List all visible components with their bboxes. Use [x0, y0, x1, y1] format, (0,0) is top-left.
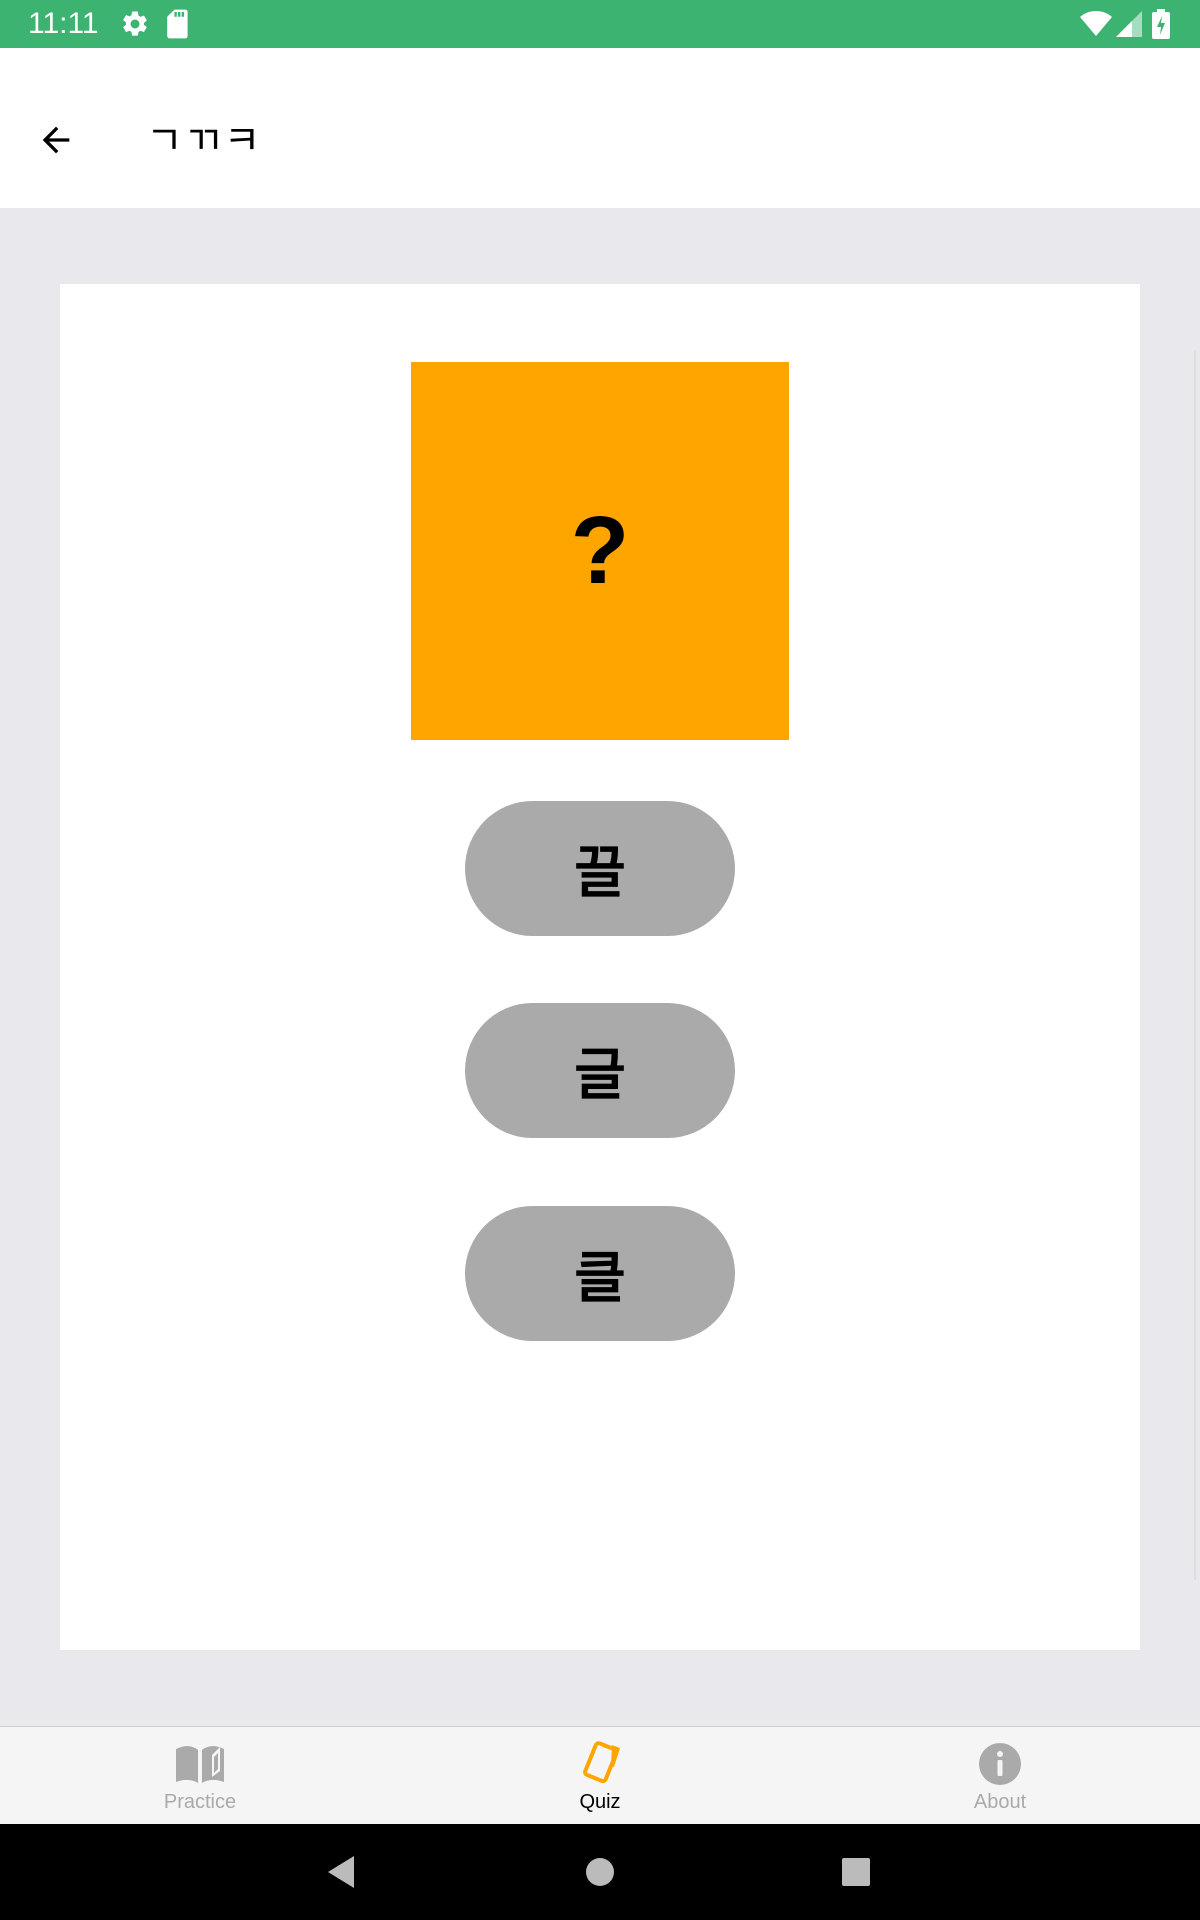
cards-icon — [583, 1741, 620, 1784]
nav-item-about[interactable]: About — [870, 1727, 1130, 1825]
answer-button-1[interactable]: 끌 — [465, 801, 735, 936]
nav-label-practice: Practice — [163, 1791, 237, 1813]
nav-item-practice[interactable]: Practice — [70, 1727, 330, 1825]
question-mark: ? — [570, 497, 630, 604]
system-home-button[interactable] — [572, 1844, 628, 1900]
battery-icon — [1152, 9, 1170, 39]
question-card: ? — [411, 362, 789, 740]
answer-button-3[interactable]: 클 — [465, 1206, 735, 1341]
back-triangle-icon — [328, 1856, 354, 1888]
system-nav-bar — [0, 1824, 1200, 1920]
home-circle-icon — [586, 1858, 614, 1886]
book-icon — [176, 1746, 224, 1783]
nav-item-quiz[interactable]: Quiz — [470, 1727, 730, 1825]
answer-label: 글 — [574, 1043, 626, 1108]
sd-card-icon — [167, 9, 188, 39]
nav-label-quiz: Quiz — [579, 1791, 621, 1813]
signal-icon — [1116, 11, 1142, 37]
status-bar: 11:11 — [0, 0, 1200, 48]
arrow-left-icon — [42, 126, 70, 154]
bottom-nav: Practice Quiz About — [0, 1726, 1200, 1825]
recents-square-icon — [842, 1858, 870, 1886]
answer-button-2[interactable]: 글 — [465, 1003, 735, 1138]
scrollbar-track[interactable] — [1194, 350, 1196, 1580]
info-icon — [979, 1743, 1021, 1785]
status-time: 11:11 — [28, 7, 99, 40]
answer-label: 클 — [574, 1246, 626, 1311]
settings-icon — [123, 11, 147, 36]
app-bar: ㄱㄲㅋ — [0, 48, 1200, 208]
nav-label-about: About — [973, 1791, 1027, 1813]
page-title: ㄱㄲㅋ — [146, 118, 263, 164]
quiz-card: ? 끌 글 클 — [60, 284, 1140, 1650]
answer-label: 끌 — [574, 841, 626, 906]
system-back-button[interactable] — [314, 1844, 370, 1900]
back-button[interactable] — [20, 104, 92, 176]
system-recents-button[interactable] — [828, 1844, 884, 1900]
wifi-icon — [1080, 11, 1112, 36]
